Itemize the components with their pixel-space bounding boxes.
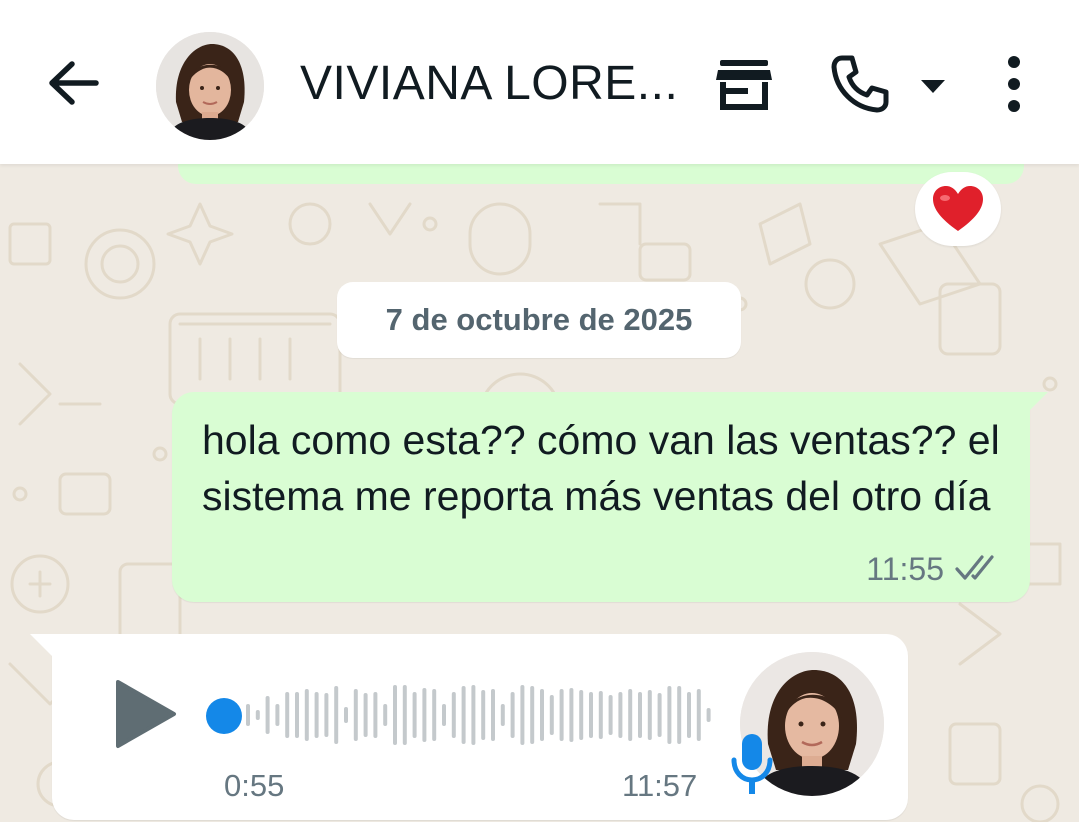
phone-icon [831, 55, 889, 113]
waveform-bar [432, 689, 437, 741]
waveform-bar [638, 692, 642, 738]
bubble-tail [1028, 392, 1048, 412]
playback-scrubber[interactable] [206, 698, 242, 734]
overflow-menu-button[interactable] [998, 54, 1030, 114]
waveform-bar [540, 689, 544, 741]
waveform-bar [696, 689, 701, 741]
waveform-bar [383, 704, 388, 726]
contact-name[interactable]: VIVIANA LORE... [300, 56, 678, 111]
double-check-icon [955, 555, 994, 580]
waveform-bar [461, 686, 466, 744]
waveform-bar [304, 689, 309, 741]
bubble-tail [30, 634, 54, 658]
waveform-bar [246, 704, 250, 726]
caret-down-icon [921, 80, 945, 93]
waveform-bar [687, 692, 691, 738]
storefront-icon [716, 60, 772, 110]
previous-message-bubble[interactable] [178, 164, 1024, 184]
waveform-bar [363, 693, 368, 737]
waveform-bar [353, 689, 358, 741]
waveform-bar [265, 696, 270, 734]
microphone-icon [731, 734, 773, 794]
waveform-bar [569, 688, 574, 742]
waveform-bar [559, 689, 564, 741]
chat-area[interactable]: 7 de octubre de 2025 hola como esta?? có… [0, 164, 1079, 822]
waveform-bar [314, 692, 319, 738]
waveform-bar [344, 707, 348, 723]
catalog-button[interactable] [712, 54, 776, 114]
waveform-bar [451, 692, 456, 738]
waveform-bar [275, 704, 280, 726]
message-time: 11:55 [866, 551, 944, 587]
waveform-bar [295, 692, 299, 738]
incoming-voice-message[interactable]: 0:55 11:57 [52, 634, 908, 820]
message-time: 11:57 [622, 768, 698, 803]
waveform-bar [628, 689, 633, 741]
waveform-bar [530, 686, 535, 744]
waveform-bar [402, 685, 407, 745]
waveform-bar [500, 704, 505, 726]
contact-avatar[interactable] [156, 32, 264, 140]
voice-duration: 0:55 [224, 768, 285, 803]
waveform-bar [549, 695, 554, 735]
waveform-bar [373, 692, 378, 738]
waveform-bar [608, 695, 613, 735]
waveform-bar [285, 692, 290, 738]
outgoing-message[interactable]: hola como esta?? cómo van las ventas?? e… [172, 392, 1030, 602]
arrow-left-icon [49, 61, 99, 105]
call-options-button[interactable] [916, 74, 950, 98]
waveform-bar [706, 708, 711, 722]
message-reaction[interactable] [915, 172, 1001, 246]
waveform-bar [334, 686, 339, 744]
message-text: hola como esta?? cómo van las ventas?? e… [202, 417, 1000, 519]
waveform-bar [677, 686, 682, 744]
waveform-bar [491, 689, 495, 741]
waveform-bar [324, 693, 329, 737]
play-button[interactable] [114, 678, 178, 750]
waveform-bar [422, 688, 427, 742]
waveform-bar [598, 691, 603, 739]
waveform-bar [255, 710, 260, 720]
waveform-bar [589, 692, 593, 738]
waveform-bar [579, 690, 584, 740]
waveform-bar [667, 686, 672, 744]
waveform-bar [618, 692, 623, 738]
waveform-bar [510, 692, 515, 738]
heart-icon [933, 186, 983, 231]
date-separator: 7 de octubre de 2025 [337, 282, 741, 358]
call-button[interactable] [828, 52, 892, 116]
waveform-bar [412, 692, 417, 738]
waveform-bar [520, 685, 525, 745]
waveform-bar [481, 690, 486, 740]
waveform-bar [647, 690, 652, 740]
vertical-dots-icon [1008, 56, 1020, 112]
chat-header: VIVIANA LORE... [0, 0, 1079, 164]
back-button[interactable] [40, 52, 106, 114]
play-icon [116, 680, 176, 748]
avatar-photo [156, 32, 264, 140]
waveform-bar [657, 693, 662, 737]
waveform[interactable] [240, 680, 720, 750]
waveform-bar [442, 704, 446, 726]
waveform-bar [471, 685, 476, 745]
waveform-bar [393, 685, 397, 745]
